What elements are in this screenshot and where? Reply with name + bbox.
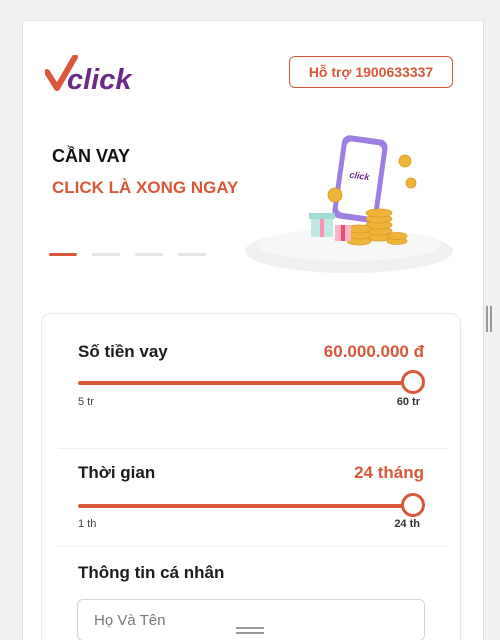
support-hotline-label: Hỗ trợ 1900633337 bbox=[308, 64, 434, 80]
app-frame: click Hỗ trợ 1900633337 CẦN VAY CLICK LÀ… bbox=[22, 20, 484, 640]
loan-amount-slider-track[interactable] bbox=[78, 381, 413, 385]
carousel-dot-1[interactable] bbox=[49, 253, 77, 256]
loan-term-slider-track[interactable] bbox=[78, 504, 413, 508]
loan-term-label: Thời gian bbox=[78, 463, 156, 482]
support-hotline-button[interactable]: Hỗ trợ 1900633337 bbox=[289, 56, 453, 88]
loan-form-card: Số tiền vay 60.000.000 đ 5 tr 60 tr Thời… bbox=[41, 313, 461, 640]
click-logo[interactable]: click bbox=[45, 55, 149, 95]
loan-amount-max: 60 tr bbox=[396, 396, 420, 408]
carousel-dot-2[interactable] bbox=[92, 253, 120, 256]
panel-resize-handle[interactable] bbox=[486, 306, 492, 332]
loan-amount-slider-thumb[interactable] bbox=[401, 370, 425, 394]
divider bbox=[58, 546, 448, 547]
loan-amount-label: Số tiền vay bbox=[78, 342, 168, 361]
phone-coins-illustration: click bbox=[239, 129, 457, 289]
loan-term-max: 24 th bbox=[394, 518, 420, 530]
logo-text: click bbox=[67, 64, 133, 95]
loan-term-min: 1 th bbox=[78, 518, 97, 530]
carousel-dot-4[interactable] bbox=[178, 253, 206, 256]
carousel-indicators bbox=[49, 253, 206, 256]
hero-title: CẦN VAY bbox=[52, 146, 131, 166]
loan-amount-min: 5 tr bbox=[78, 396, 94, 408]
bottom-drag-handle[interactable] bbox=[236, 627, 264, 635]
carousel-dot-3[interactable] bbox=[135, 253, 163, 256]
hero-subtitle: CLICK LÀ XONG NGAY bbox=[52, 178, 239, 197]
divider bbox=[58, 448, 448, 449]
loan-term-slider-thumb[interactable] bbox=[401, 493, 425, 517]
loan-term-value: 24 tháng bbox=[354, 463, 424, 482]
personal-info-title: Thông tin cá nhân bbox=[78, 563, 225, 582]
loan-amount-value: 60.000.000 đ bbox=[323, 342, 424, 361]
